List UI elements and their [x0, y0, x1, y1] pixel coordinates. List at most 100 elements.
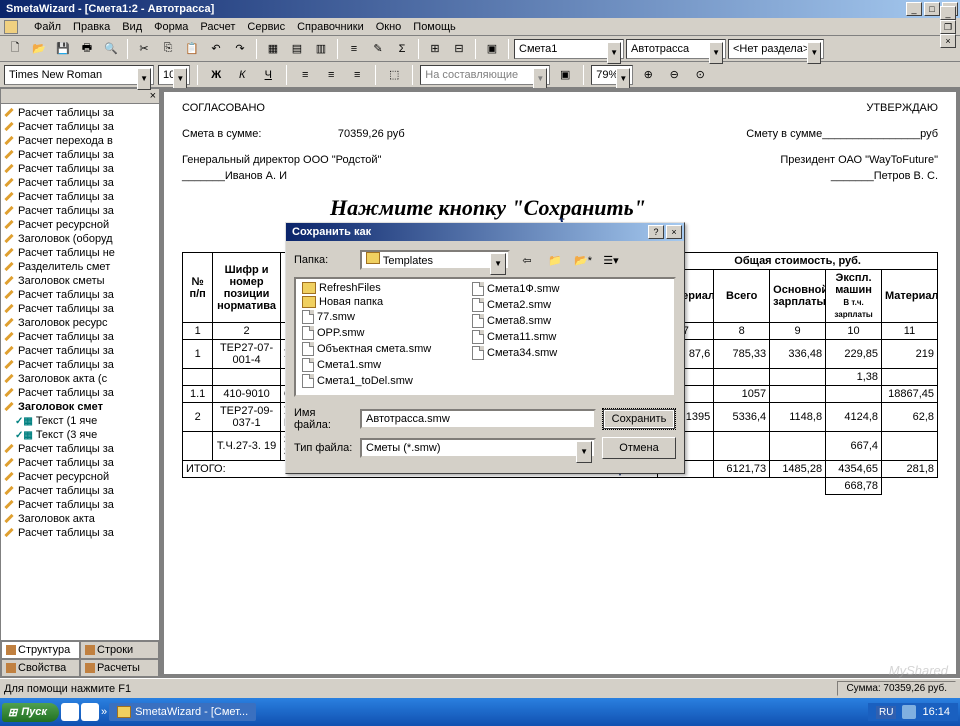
views-icon[interactable]: ☰▾	[600, 249, 622, 271]
quicklaunch-more[interactable]: »	[101, 706, 107, 718]
align-left-icon[interactable]: ≡	[294, 64, 316, 86]
tool-icon[interactable]: ▣	[481, 38, 503, 60]
file-item[interactable]: Объектная смета.smw	[298, 341, 468, 357]
taskbar-app-button[interactable]: SmetaWizard - [Смет...	[109, 703, 256, 721]
underline-icon[interactable]: Ч	[257, 64, 279, 86]
structure-tree[interactable]: Расчет таблицы заРасчет таблицы заРасчет…	[1, 104, 159, 640]
tree-item[interactable]: Расчет перехода в	[1, 134, 159, 148]
menu-calc[interactable]: Расчет	[200, 21, 235, 33]
tool-icon[interactable]: ▥	[310, 38, 332, 60]
open-icon[interactable]: 📂	[28, 38, 50, 60]
menu-edit[interactable]: Правка	[73, 21, 110, 33]
tool-icon[interactable]: Σ	[391, 38, 413, 60]
cancel-button[interactable]: Отмена	[602, 437, 676, 459]
paste-icon[interactable]: 📋	[181, 38, 203, 60]
file-item[interactable]: Смета8.smw	[468, 313, 638, 329]
save-icon[interactable]: 💾	[52, 38, 74, 60]
folder-item[interactable]: Новая папка	[298, 295, 468, 309]
menu-file[interactable]: Файл	[34, 21, 61, 33]
file-item[interactable]: Смета1.smw	[298, 357, 468, 373]
new-folder-icon[interactable]: 📂*	[572, 249, 594, 271]
quicklaunch-icon[interactable]	[81, 703, 99, 721]
lang-indicator[interactable]: RU	[876, 706, 896, 719]
mdi-close[interactable]: ×	[940, 34, 956, 48]
tree-item[interactable]: ✓▦Текст (3 яче	[1, 428, 159, 442]
filetype-combo[interactable]: Сметы (*.smw)	[360, 438, 596, 458]
up-folder-icon[interactable]: 📁	[544, 249, 566, 271]
tree-item[interactable]: Расчет таблицы за	[1, 190, 159, 204]
italic-icon[interactable]: К	[231, 64, 253, 86]
menu-refs[interactable]: Справочники	[297, 21, 364, 33]
menu-form[interactable]: Форма	[154, 21, 188, 33]
tree-item[interactable]: Расчет таблицы за	[1, 358, 159, 372]
zoom-out-icon[interactable]: ⊖	[663, 64, 685, 86]
file-list[interactable]: RefreshFilesНовая папка77.smwOPP.smwОбъе…	[294, 277, 676, 397]
tree-item[interactable]: Расчет таблицы не	[1, 246, 159, 260]
tree-item[interactable]: Разделитель смет	[1, 260, 159, 274]
tab-rows[interactable]: Строки	[80, 641, 159, 659]
print-icon[interactable]: 🖶	[76, 38, 98, 60]
tree-item[interactable]: Расчет таблицы за	[1, 330, 159, 344]
tree-item[interactable]: Расчет таблицы за	[1, 484, 159, 498]
tree-item[interactable]: Расчет таблицы за	[1, 442, 159, 456]
tab-calc[interactable]: Расчеты	[80, 659, 159, 677]
panel-close-icon[interactable]: ×	[150, 90, 156, 102]
zoom-fit-icon[interactable]: ⊙	[689, 64, 711, 86]
file-item[interactable]: 77.smw	[298, 309, 468, 325]
tool-icon[interactable]: ≡	[343, 38, 365, 60]
file-item[interactable]: Смета1_toDel.smw	[298, 373, 468, 389]
tree-item[interactable]: Расчет таблицы за	[1, 162, 159, 176]
file-item[interactable]: Смета11.smw	[468, 329, 638, 345]
quicklaunch-icon[interactable]	[61, 703, 79, 721]
folder-combo[interactable]: Templates	[360, 250, 510, 270]
preview-icon[interactable]: 🔍	[100, 38, 122, 60]
tree-item[interactable]: Заголовок акта	[1, 512, 159, 526]
tree-item[interactable]: Расчет таблицы за	[1, 148, 159, 162]
tool-icon[interactable]: ▦	[262, 38, 284, 60]
tray-icon[interactable]	[902, 705, 916, 719]
file-item[interactable]: Смета2.smw	[468, 297, 638, 313]
back-icon[interactable]: ⇦	[516, 249, 538, 271]
tab-properties[interactable]: Свойства	[1, 659, 80, 677]
filename-input[interactable]: Автотрасса.smw	[360, 409, 596, 429]
save-button[interactable]: Сохранить	[602, 408, 676, 430]
tree-item[interactable]: Расчет ресурсной	[1, 218, 159, 232]
merge-icon[interactable]: ⬚	[383, 64, 405, 86]
font-combo[interactable]: Times New Roman	[4, 65, 154, 85]
tree-item[interactable]: Расчет таблицы за	[1, 204, 159, 218]
smeta-combo[interactable]: Смета1	[514, 39, 624, 59]
mdi-restore[interactable]: ❐	[940, 20, 956, 34]
tree-item[interactable]: Заголовок акта (с	[1, 372, 159, 386]
tool-icon[interactable]: ⊞	[424, 38, 446, 60]
tree-item[interactable]: Расчет таблицы за	[1, 456, 159, 470]
start-button[interactable]: ⊞ Пуск	[2, 703, 59, 722]
undo-icon[interactable]: ↶	[205, 38, 227, 60]
tool-icon[interactable]: ▣	[554, 64, 576, 86]
file-item[interactable]: OPP.smw	[298, 325, 468, 341]
copy-icon[interactable]: ⎘	[157, 38, 179, 60]
tree-item[interactable]: Расчет таблицы за	[1, 344, 159, 358]
align-right-icon[interactable]: ≡	[346, 64, 368, 86]
align-center-icon[interactable]: ≡	[320, 64, 342, 86]
dialog-help-button[interactable]: ?	[648, 225, 664, 239]
cut-icon[interactable]: ✂	[133, 38, 155, 60]
new-icon[interactable]: 🗋	[4, 38, 26, 60]
tool-icon[interactable]: ⊟	[448, 38, 470, 60]
tree-item[interactable]: Заголовок смет	[1, 400, 159, 414]
tree-item[interactable]: Расчет таблицы за	[1, 288, 159, 302]
section-combo[interactable]: <Нет раздела>	[728, 39, 824, 59]
tree-item[interactable]: Заголовок ресурс	[1, 316, 159, 330]
tree-item[interactable]: Расчет таблицы за	[1, 106, 159, 120]
folder-item[interactable]: RefreshFiles	[298, 281, 468, 295]
maximize-button[interactable]: □	[924, 2, 940, 16]
file-item[interactable]: Смета1Ф.smw	[468, 281, 638, 297]
tree-item[interactable]: Заголовок сметы	[1, 274, 159, 288]
tree-item[interactable]: Расчет ресурсной	[1, 470, 159, 484]
tree-item[interactable]: Расчет таблицы за	[1, 498, 159, 512]
zoom-in-icon[interactable]: ⊕	[637, 64, 659, 86]
zoom-combo[interactable]: 79%	[591, 65, 633, 85]
tree-item[interactable]: Расчет таблицы за	[1, 120, 159, 134]
redo-icon[interactable]: ↷	[229, 38, 251, 60]
tree-item[interactable]: Заголовок (оборуд	[1, 232, 159, 246]
bold-icon[interactable]: Ж	[205, 64, 227, 86]
